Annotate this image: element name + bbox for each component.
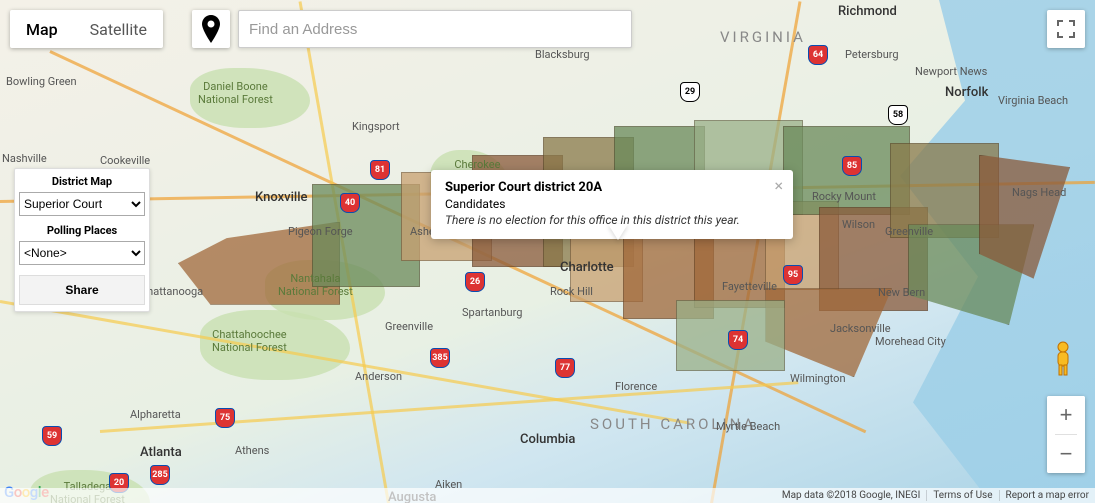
layer-panel: District Map Superior Court Polling Plac… xyxy=(14,168,150,312)
maptype-map-button[interactable]: Map xyxy=(10,10,74,48)
zoom-out-button[interactable]: − xyxy=(1047,435,1085,473)
zoom-controls: + − xyxy=(1047,396,1085,473)
map-footer: Map data ©2018 Google, INEGI Terms of Us… xyxy=(0,488,1095,503)
zoom-in-button[interactable]: + xyxy=(1047,396,1085,434)
pegman-icon xyxy=(1051,341,1075,377)
info-window-pointer xyxy=(608,224,628,240)
drop-marker-button[interactable] xyxy=(192,10,230,48)
polling-places-label: Polling Places xyxy=(19,222,145,241)
terms-link[interactable]: Terms of Use xyxy=(926,490,998,501)
polling-places-select[interactable]: <None> xyxy=(19,241,145,265)
share-button[interactable]: Share xyxy=(19,275,145,305)
streetview-pegman[interactable] xyxy=(1051,341,1075,377)
info-window-subtitle: Candidates xyxy=(445,197,779,211)
maptype-switch: Map Satellite xyxy=(10,10,163,48)
info-window-close-button[interactable]: × xyxy=(774,178,783,194)
map-pin-icon xyxy=(201,15,221,43)
search-input[interactable] xyxy=(239,11,631,47)
fullscreen-button[interactable] xyxy=(1047,10,1085,48)
map-data-text: Map data ©2018 Google, INEGI xyxy=(776,490,926,501)
fullscreen-icon xyxy=(1057,20,1075,38)
district-map-label: District Map xyxy=(19,173,145,192)
district-map-select[interactable]: Superior Court xyxy=(19,192,145,216)
close-icon: × xyxy=(774,176,783,195)
maptype-satellite-button[interactable]: Satellite xyxy=(74,10,163,48)
info-window-title: Superior Court district 20A xyxy=(445,180,779,195)
report-error-link[interactable]: Report a map error xyxy=(999,490,1095,501)
address-search xyxy=(238,10,632,48)
